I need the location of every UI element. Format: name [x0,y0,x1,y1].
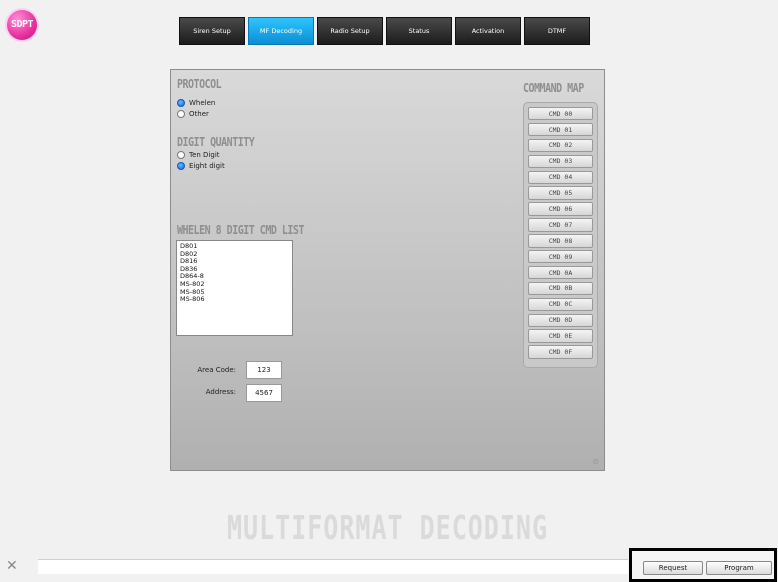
cmd-06-button[interactable]: CMD 06 [528,202,593,216]
list-item[interactable]: MS-806 [180,296,289,304]
address-label: Address: [205,388,236,396]
cmd-01-button[interactable]: CMD 01 [528,122,593,137]
tab-siren-setup[interactable]: Siren Setup [179,17,245,45]
mf-decoding-panel: PROTOCOL Whelen Other DIGIT QUANTITY Ten… [170,69,605,471]
protocol-option-other[interactable]: Other [177,110,209,118]
digit-option-label: Eight digit [189,162,225,170]
status-bar [38,559,628,574]
cmd-0e-button[interactable]: CMD 0E [528,329,593,343]
tab-bar: Siren Setup MF Decoding Radio Setup Stat… [179,17,590,45]
cmd-05-button[interactable]: CMD 05 [528,186,593,200]
cmd-00-button[interactable]: CMD 00 [528,107,593,121]
cmd-0c-button[interactable]: CMD 0C [528,297,593,312]
address-field[interactable]: 4567 [246,384,282,402]
close-icon[interactable]: ✕ [6,558,18,574]
cmd-07-button[interactable]: CMD 07 [528,218,593,232]
protocol-option-label: Other [189,110,209,118]
digit-option-eight[interactable]: Eight digit [177,162,225,170]
tab-activation[interactable]: Activation [455,17,521,45]
tab-status[interactable]: Status [386,17,452,45]
radio-selected-icon[interactable] [177,162,185,170]
area-code-field[interactable]: 123 [246,361,282,379]
cmd-list-box[interactable]: D801 D802 D816 D836 D864-8 MS-802 MS-805… [176,240,293,336]
radio-selected-icon[interactable] [177,99,185,107]
app-logo: SDPT [7,10,37,40]
cmd-0a-button[interactable]: CMD 0A [528,265,593,280]
protocol-heading: PROTOCOL [177,78,222,92]
tab-radio-setup[interactable]: Radio Setup [317,17,383,45]
command-map-heading: COMMAND MAP [523,82,584,96]
cmd-0f-button[interactable]: CMD 0F [528,345,593,359]
area-code-label: Area Code: [197,366,236,374]
protocol-option-label: Whelen [189,99,216,107]
protocol-option-whelen[interactable]: Whelen [177,99,215,107]
radio-unselected-icon[interactable] [177,151,185,159]
radio-unselected-icon[interactable] [177,110,185,118]
tab-dtmf[interactable]: DTMF [524,17,590,45]
cmd-list-heading: WHELEN 8 DIGIT CMD LIST [177,224,304,238]
cmd-04-button[interactable]: CMD 04 [528,170,593,184]
cmd-09-button[interactable]: CMD 09 [528,250,593,264]
cmd-0b-button[interactable]: CMD 0B [528,281,593,296]
cmd-0d-button[interactable]: CMD 0D [528,313,593,327]
action-button-group: Request Program [629,548,777,582]
page-watermark: MULTIFORMAT DECODING [226,509,549,547]
command-map: CMD 00 CMD 01 CMD 02 CMD 03 CMD 04 CMD 0… [523,102,598,368]
resize-grip-icon[interactable]: ⊘ [592,457,599,466]
program-button[interactable]: Program [706,561,772,575]
digit-option-label: Ten Digit [189,151,220,159]
request-button[interactable]: Request [643,561,703,575]
digit-quantity-heading: DIGIT QUANTITY [177,136,255,150]
cmd-03-button[interactable]: CMD 03 [528,154,593,169]
cmd-08-button[interactable]: CMD 08 [528,234,593,248]
tab-mf-decoding[interactable]: MF Decoding [248,17,314,45]
cmd-02-button[interactable]: CMD 02 [528,138,593,153]
digit-option-ten[interactable]: Ten Digit [177,151,220,159]
